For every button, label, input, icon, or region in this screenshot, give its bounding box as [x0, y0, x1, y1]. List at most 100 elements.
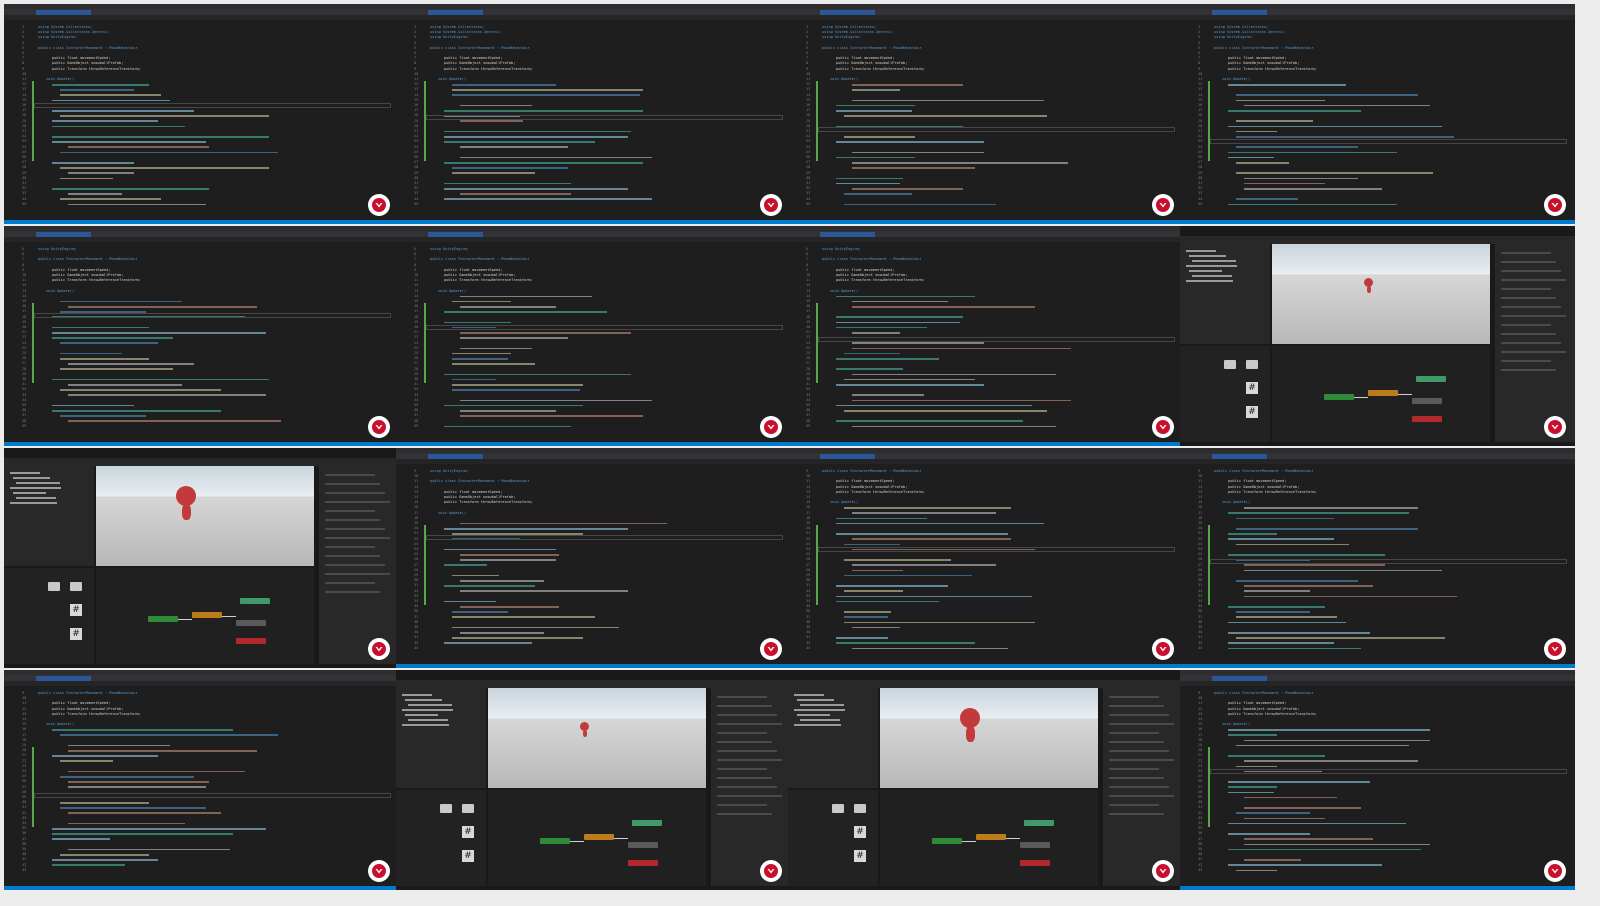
- code-line[interactable]: [852, 332, 900, 334]
- inspector-field[interactable]: [717, 804, 767, 806]
- code-line[interactable]: [52, 337, 173, 339]
- inspector-field[interactable]: [1501, 369, 1556, 371]
- script-icon[interactable]: #: [1246, 406, 1258, 418]
- code-line[interactable]: [1228, 538, 1334, 540]
- folder-icon[interactable]: [854, 804, 866, 813]
- scene-view[interactable]: [880, 688, 1098, 788]
- inspector-field[interactable]: [1109, 696, 1159, 698]
- code-line[interactable]: [1228, 786, 1277, 788]
- code-line[interactable]: [1244, 838, 1373, 840]
- animator-state-entry[interactable]: [540, 838, 570, 844]
- code-line[interactable]: [68, 363, 194, 365]
- hierarchy-panel[interactable]: [1180, 244, 1270, 344]
- code-line[interactable]: [844, 410, 1047, 412]
- project-panel[interactable]: # #: [788, 790, 878, 886]
- inspector-field[interactable]: [717, 768, 767, 770]
- code-line[interactable]: [52, 125, 185, 128]
- code-line[interactable]: [452, 352, 511, 355]
- code-line[interactable]: [60, 802, 149, 804]
- code-line[interactable]: [852, 373, 1056, 376]
- code-line[interactable]: [52, 84, 149, 86]
- code-line[interactable]: [1236, 162, 1289, 164]
- thumbnail-8[interactable]: # #: [1180, 226, 1575, 446]
- code-line[interactable]: [844, 574, 972, 577]
- code-line[interactable]: [1236, 744, 1409, 747]
- project-panel[interactable]: # #: [396, 790, 486, 886]
- code-line[interactable]: [452, 89, 643, 91]
- code-line[interactable]: void Update(): [830, 500, 858, 505]
- inspector-field[interactable]: [717, 786, 777, 788]
- code-line[interactable]: public Transform throwReferenceTransform…: [1228, 67, 1317, 72]
- code-line[interactable]: [836, 404, 1032, 407]
- unity-toolbar[interactable]: [4, 458, 399, 466]
- code-line[interactable]: [1228, 781, 1370, 783]
- code-line[interactable]: [1236, 146, 1358, 148]
- project-panel[interactable]: # #: [1180, 346, 1270, 442]
- code-line[interactable]: [444, 321, 511, 324]
- code-line[interactable]: [836, 326, 927, 329]
- code-line[interactable]: [52, 833, 233, 835]
- code-line[interactable]: [1228, 512, 1409, 514]
- hierarchy-item[interactable]: [1186, 250, 1216, 252]
- code-line[interactable]: [52, 188, 209, 190]
- code-line[interactable]: [852, 306, 1035, 308]
- code-line[interactable]: [1236, 198, 1298, 200]
- inspector-field[interactable]: [1109, 741, 1164, 743]
- inspector-field[interactable]: [1109, 786, 1169, 788]
- code-line[interactable]: [452, 172, 535, 174]
- code-line[interactable]: [1236, 94, 1418, 96]
- code-line[interactable]: [1244, 507, 1418, 509]
- code-line[interactable]: [1236, 517, 1334, 520]
- code-line[interactable]: [1228, 729, 1430, 731]
- code-line[interactable]: public Transform throwReferenceTransform…: [52, 712, 141, 717]
- code-line[interactable]: [460, 295, 592, 298]
- thumbnail-6[interactable]: 5 using UnityEngine; 6 7 public class Charac…: [396, 226, 791, 446]
- inspector-field[interactable]: [325, 519, 380, 521]
- animator-state-exit[interactable]: [236, 638, 266, 644]
- code-line[interactable]: [1236, 172, 1433, 174]
- hierarchy-item[interactable]: [1186, 265, 1237, 267]
- code-line[interactable]: [452, 167, 568, 169]
- code-line[interactable]: [52, 828, 266, 830]
- code-line[interactable]: void Update(): [830, 289, 858, 294]
- navigation-bar[interactable]: [1180, 681, 1575, 686]
- hierarchy-item[interactable]: [16, 497, 56, 499]
- code-line[interactable]: [1228, 755, 1325, 757]
- scene-view[interactable]: [488, 688, 706, 788]
- code-line[interactable]: [460, 554, 559, 556]
- script-icon[interactable]: #: [1246, 382, 1258, 394]
- code-line[interactable]: [852, 647, 1008, 650]
- inspector-field[interactable]: [325, 492, 385, 494]
- code-line[interactable]: using UnityEngine;: [430, 35, 469, 40]
- code-line[interactable]: [68, 420, 281, 422]
- code-line[interactable]: public class CharacterMovement : MonoBeh…: [822, 257, 922, 262]
- animator-state-exit[interactable]: [1412, 416, 1442, 422]
- inspector-field[interactable]: [1109, 723, 1174, 725]
- code-line[interactable]: [52, 99, 170, 102]
- code-line[interactable]: [1244, 843, 1430, 846]
- folder-icon[interactable]: [1246, 360, 1258, 369]
- code-line[interactable]: [60, 352, 122, 355]
- code-line[interactable]: void Update(): [46, 722, 74, 727]
- inspector-field[interactable]: [717, 813, 772, 815]
- code-line[interactable]: void Update(): [438, 511, 466, 516]
- code-line[interactable]: [852, 162, 1068, 164]
- code-line[interactable]: [1228, 621, 1346, 624]
- inspector-field[interactable]: [1109, 759, 1174, 761]
- inspector-field[interactable]: [1109, 795, 1174, 797]
- folder-icon[interactable]: [70, 582, 82, 591]
- hierarchy-item[interactable]: [16, 482, 60, 484]
- code-line[interactable]: [60, 776, 194, 778]
- inspector-field[interactable]: [325, 591, 380, 593]
- code-line[interactable]: [452, 637, 583, 639]
- code-line[interactable]: [1236, 136, 1454, 138]
- code-line[interactable]: [60, 115, 269, 117]
- hierarchy-item[interactable]: [408, 719, 448, 721]
- code-editor[interactable]: 5 using UnityEngine; 6 7 public class Charac…: [396, 243, 791, 441]
- code-line[interactable]: public class CharacterMovement : MonoBeh…: [1214, 691, 1314, 696]
- code-line[interactable]: [1244, 595, 1457, 598]
- hierarchy-panel[interactable]: [396, 688, 486, 788]
- hierarchy-item[interactable]: [1189, 270, 1222, 272]
- code-line[interactable]: [1244, 590, 1310, 592]
- hierarchy-item[interactable]: [1186, 280, 1233, 282]
